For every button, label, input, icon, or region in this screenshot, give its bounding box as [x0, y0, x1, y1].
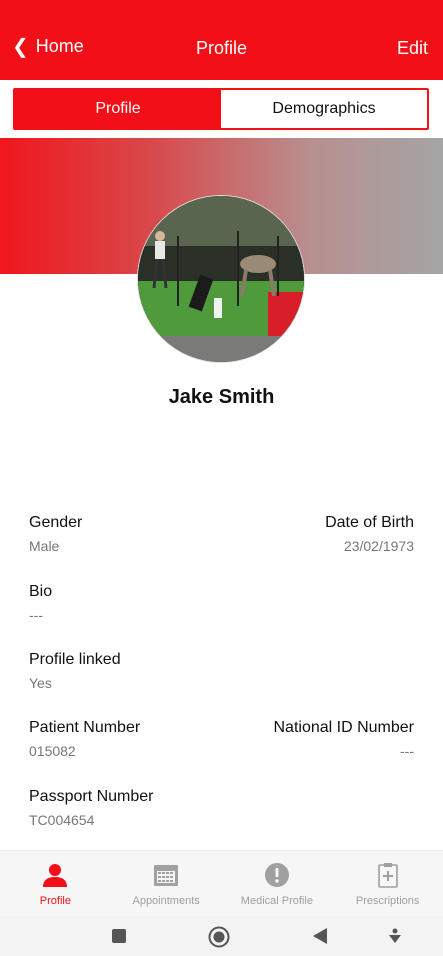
profile-linked-value: Yes: [29, 675, 52, 691]
avatar[interactable]: [137, 195, 305, 363]
back-nav-button[interactable]: [311, 927, 329, 950]
gender-value: Male: [29, 538, 60, 554]
profile-name: Jake Smith: [168, 386, 275, 408]
avatar-photo: [138, 196, 304, 362]
person-icon: [41, 861, 69, 889]
segment-profile[interactable]: Profile: [15, 90, 221, 128]
tab-profile-label: Profile: [39, 895, 71, 907]
gender-label: Gender: [29, 514, 83, 531]
tab-profile[interactable]: Profile: [0, 851, 111, 916]
bio-label: Bio: [29, 583, 53, 600]
dob-label: Date of Birth: [325, 514, 414, 531]
edit-button[interactable]: Edit: [397, 38, 428, 59]
accessibility-icon: [389, 928, 401, 943]
calendar-icon: [152, 861, 180, 889]
segment-control: Profile Demographics: [13, 88, 429, 130]
recents-button[interactable]: [111, 928, 127, 949]
tab-prescriptions[interactable]: Prescriptions: [332, 851, 443, 916]
triangle-back-icon: [313, 928, 327, 944]
patient-number-value: 015082: [29, 743, 76, 759]
tab-appointments-label: Appointments: [132, 895, 200, 907]
tab-appointments[interactable]: Appointments: [111, 851, 222, 916]
accessibility-button[interactable]: [387, 928, 403, 949]
app-header: ❮ Home Profile Edit: [0, 0, 443, 80]
clipboard-icon: [374, 861, 402, 889]
segment-demographics[interactable]: Demographics: [221, 90, 427, 128]
tab-medical-profile[interactable]: Medical Profile: [222, 851, 333, 916]
patient-number-label: Patient Number: [29, 719, 141, 736]
system-nav-bar: [0, 916, 443, 956]
bottom-tab-bar: Profile Appointments Medical Profile Pre…: [0, 850, 443, 916]
national-id-value: ---: [400, 743, 414, 759]
national-id-label: National ID Number: [273, 719, 415, 736]
tab-prescriptions-label: Prescriptions: [355, 895, 420, 907]
home-button[interactable]: [208, 926, 230, 953]
dob-value: 23/02/1973: [343, 538, 414, 554]
square-icon: [112, 929, 126, 943]
passport-number-label: Passport Number: [29, 788, 154, 805]
profile-linked-label: Profile linked: [29, 651, 121, 668]
tab-medical-profile-label: Medical Profile: [240, 895, 313, 907]
page-title: Profile: [195, 38, 248, 58]
circle-home-icon: [208, 926, 230, 948]
alert-icon: [263, 861, 291, 889]
bio-value: ---: [29, 607, 43, 623]
passport-number-value: TC004654: [29, 812, 95, 828]
